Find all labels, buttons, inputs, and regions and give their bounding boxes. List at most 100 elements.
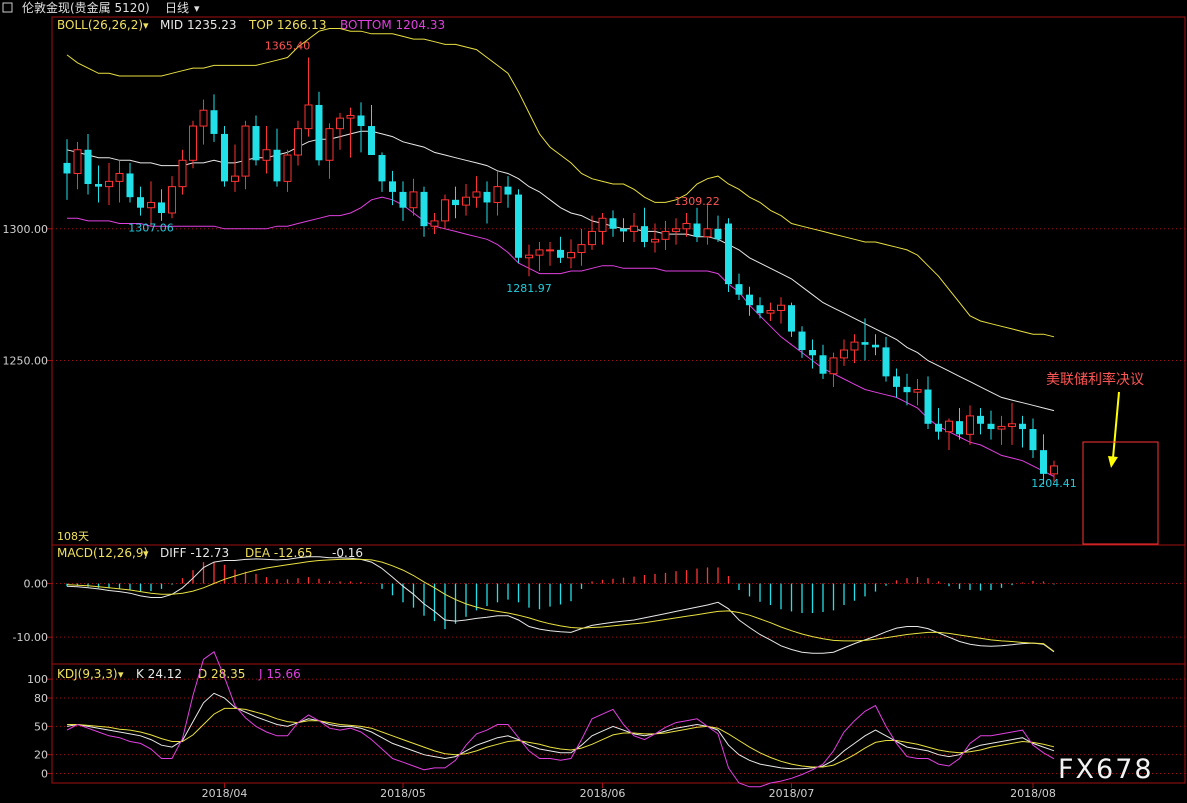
candle-body-down: [158, 202, 165, 213]
candle-body-down: [882, 347, 890, 377]
candle-body-up: [703, 228, 712, 238]
candle-body-down: [735, 284, 743, 295]
candle-body-down: [872, 344, 879, 348]
price-extreme-label: 1309.22: [674, 195, 720, 208]
main-panel-labels: BOLL(26,26,2) ▾ MID 1235.23 TOP 1266.13 …: [57, 18, 445, 543]
candle-body-up: [651, 238, 659, 243]
macd-indicator-label[interactable]: MACD(12,26,9): [57, 546, 148, 560]
candle-body-down: [788, 305, 795, 332]
kdj-tick-label: 80: [34, 692, 48, 705]
boll-bottom-value: BOTTOM 1204.33: [340, 18, 445, 32]
candle-body-up: [294, 128, 302, 156]
candle-body-down: [977, 415, 984, 424]
candle-body-down: [609, 218, 617, 229]
candle-body-up: [178, 159, 187, 188]
kdj-d-value: D 28.35: [198, 667, 245, 681]
candle-body-down: [221, 133, 228, 182]
candle-body-up: [535, 249, 544, 256]
candle-body-up: [588, 230, 596, 246]
candle-body-down: [504, 186, 512, 195]
candle-body-up: [409, 191, 418, 209]
instrument-title[interactable]: 伦敦金现(贵金属 5120): [22, 0, 150, 15]
price-extreme-label: 1307.06: [128, 221, 174, 234]
kdj-k-line: [66, 692, 1055, 770]
xaxis-ticks: 2018/04 2018/05 2018/06 2018/07 2018/08: [202, 783, 1056, 800]
candle-body-up: [231, 175, 239, 182]
candle-body-up: [672, 228, 680, 232]
kdj-d-line: [67, 707, 1055, 768]
candle-body-up: [598, 217, 607, 232]
candle-body-down: [1029, 429, 1037, 451]
kdj-panel-frame: [51, 663, 1186, 784]
candle-body-up: [168, 186, 176, 214]
candle-body-up: [472, 191, 481, 198]
macd-tick-label: -10.00: [13, 631, 48, 644]
candle-body-up: [462, 196, 470, 206]
candle-body-up: [630, 225, 638, 232]
candle-body-up: [777, 304, 785, 311]
annotation-arrow-head: [1108, 456, 1118, 468]
candle-body-down: [515, 194, 522, 258]
candle-body-up: [346, 114, 355, 119]
candle-body-up: [147, 201, 155, 209]
candle-body-down: [95, 184, 102, 187]
xaxis-tick-label: 2018/06: [580, 787, 626, 800]
kdj-tick-label: 0: [41, 768, 48, 781]
candle-body-up: [199, 109, 208, 127]
candle-body-down: [420, 191, 428, 227]
candle-body-up: [966, 415, 974, 435]
candle-body-down: [924, 389, 932, 424]
candle-body-up: [945, 420, 953, 433]
boll-mid-value: MID 1235.23: [160, 18, 237, 32]
candle-body-down: [798, 331, 806, 351]
candle-body-up: [73, 149, 82, 174]
candle-body-down: [725, 223, 732, 285]
boll-mid-line: [66, 130, 1055, 412]
candle-body-up: [262, 149, 271, 161]
xaxis-tick-label: 2018/04: [202, 787, 248, 800]
period-selector[interactable]: 日线: [165, 1, 189, 15]
candle-body-down: [693, 223, 701, 237]
candle-body-down: [1040, 450, 1047, 474]
candle-body-up: [525, 254, 533, 259]
macd-diff-line: [66, 556, 1055, 654]
candle-body-down: [315, 104, 323, 161]
candle-body-up: [546, 249, 554, 252]
period-dropdown-icon[interactable]: ▾: [194, 2, 200, 15]
candle-body-down: [126, 173, 134, 198]
macd-series: [66, 556, 1055, 654]
candle-body-down: [357, 115, 365, 127]
candle-body-down: [935, 423, 942, 432]
kdj-tick-label: 100: [27, 673, 48, 686]
candle-body-down: [252, 126, 260, 161]
candlesticks[interactable]: [63, 57, 1058, 485]
boll-dropdown-icon[interactable]: ▾: [143, 19, 149, 32]
price-tick-label: 1250.00: [3, 355, 49, 368]
candle-body-down: [483, 191, 491, 203]
kdj-k-value: K 24.12: [136, 667, 182, 681]
candle-body-down: [399, 191, 407, 208]
boll-top-line: [66, 28, 1055, 338]
candle-body-up: [682, 223, 691, 230]
price-tick-label: 1300.00: [3, 223, 49, 236]
macd-panel-frame: [51, 544, 1186, 665]
candle-body-down: [1019, 423, 1026, 430]
candle-body-up: [1008, 423, 1016, 427]
price-extreme-label: 1281.97: [506, 282, 552, 295]
candle-body-up: [189, 125, 197, 161]
candle-body-down: [63, 162, 71, 174]
candle-body-up: [105, 180, 113, 188]
candle-body-up: [493, 186, 502, 203]
macd-dropdown-icon[interactable]: ▾: [143, 547, 149, 560]
window-menu-icon[interactable]: [2, 2, 13, 13]
stock-chart[interactable]: 伦敦金现(贵金属 5120) 日线 ▾ BOLL(26,26,2) ▾ MID …: [0, 0, 1187, 803]
boll-indicator-label[interactable]: BOLL(26,26,2): [57, 18, 143, 32]
kdj-tick-label: 50: [34, 720, 48, 733]
price-extreme-label: 1365.40: [265, 40, 311, 53]
fx678-watermark: FX678: [1058, 754, 1154, 785]
kdj-tick-label: 20: [34, 749, 48, 762]
macd-tick-label: 0.00: [24, 578, 49, 591]
candle-body-up: [577, 244, 586, 254]
macd-diff-value: DIFF -12.73: [160, 546, 229, 560]
candle-body-down: [378, 155, 386, 182]
